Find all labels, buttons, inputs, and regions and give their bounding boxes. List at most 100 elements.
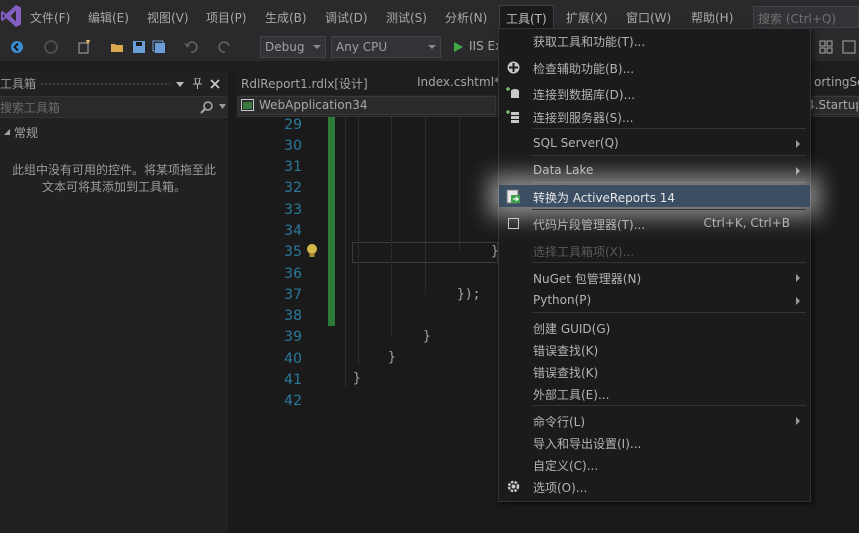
menu-item-connect-database[interactable]: 连接到数据库(D)... [499, 82, 810, 104]
line-number: 35 [284, 244, 302, 260]
quick-launch-search-input[interactable]: 搜索 (Ctrl+Q) [753, 6, 859, 28]
line-number: 40 [284, 351, 302, 367]
menu-item-error-lookup-2[interactable]: 错误查找(K) [499, 360, 810, 382]
web-project-icon [241, 99, 254, 111]
solution-explorer-icon[interactable] [819, 40, 833, 54]
menu-file[interactable]: 文件(F) [30, 9, 70, 26]
line-number: 30 [284, 138, 302, 154]
menu-separator [532, 312, 806, 313]
tab-rdlreport1-design[interactable]: RdlReport1.rdlx[设计] [241, 75, 368, 92]
menu-separator [532, 182, 806, 183]
empty-message-line-1: 此组中没有可用的控件。将某项拖至此 [11, 163, 216, 177]
menu-item-create-guid[interactable]: 创建 GUID(G) [499, 316, 810, 338]
toolbox-group-general[interactable]: 常规 [14, 124, 38, 141]
visual-studio-logo-icon[interactable] [0, 4, 22, 28]
menu-item-convert-activereports[interactable]: 转换为 ActiveReports 14 [499, 185, 810, 207]
window-position-chevron-icon[interactable] [176, 80, 184, 88]
menu-item-get-tools[interactable]: 获取工具和功能(T)... [499, 29, 810, 51]
menu-item-external-tools[interactable]: 外部工具(E)... [499, 382, 810, 404]
line-number: 29 [284, 117, 302, 133]
menu-edit[interactable]: 编辑(E) [88, 9, 129, 26]
back-icon[interactable] [10, 40, 24, 54]
code-brace: } [423, 329, 431, 344]
member-name: 4.Startup [807, 98, 859, 112]
redo-icon[interactable] [218, 40, 232, 54]
empty-message-line-2: 文本可将其添加到工具箱。 [41, 180, 186, 194]
project-dropdown[interactable]: WebApplication34 [238, 96, 496, 115]
menu-extensions[interactable]: 扩展(X) [566, 9, 608, 26]
menu-item-accessibility-check[interactable]: 检查辅助功能(B)... [499, 56, 810, 78]
menu-item-error-lookup[interactable]: 错误查找(K) [499, 338, 810, 360]
chevron-down-icon [313, 45, 321, 49]
collapse-triangle-icon[interactable] [3, 128, 11, 136]
chevron-down-icon [428, 45, 436, 49]
line-number: 34 [284, 223, 302, 239]
forward-icon[interactable] [44, 40, 58, 54]
menu-shortcut: Ctrl+K, Ctrl+B [703, 216, 790, 230]
checkbox-icon [508, 218, 519, 229]
menu-separator [532, 155, 806, 156]
menu-help[interactable]: 帮助(H) [691, 9, 733, 26]
menu-analyze[interactable]: 分析(N) [445, 9, 487, 26]
undo-icon[interactable] [184, 40, 198, 54]
toolbox-empty-message: 此组中没有可用的控件。将某项拖至此 文本可将其添加到工具箱。 [0, 162, 228, 196]
menu-window[interactable]: 窗口(W) [626, 9, 671, 26]
menu-view[interactable]: 视图(V) [147, 9, 189, 26]
menu-separator [532, 209, 806, 210]
menu-project[interactable]: 项目(P) [206, 9, 247, 26]
indent-guide [391, 117, 392, 335]
new-project-icon[interactable] [77, 40, 91, 54]
menu-debug[interactable]: 调试(D) [325, 9, 368, 26]
menu-item-nuget[interactable]: NuGet 包管理器(N) [499, 266, 810, 288]
toolbox-search-input[interactable]: 搜索工具箱 [0, 96, 228, 118]
chevron-right-icon [796, 297, 800, 305]
change-tracking-bar [328, 117, 335, 326]
properties-icon[interactable] [842, 40, 856, 54]
accessibility-icon [507, 61, 520, 74]
line-number: 31 [284, 159, 302, 175]
menu-test[interactable]: 测试(S) [386, 9, 427, 26]
project-name: WebApplication34 [259, 98, 368, 112]
indent-guide [358, 117, 359, 365]
line-number: 41 [284, 372, 302, 388]
menu-item-python[interactable]: Python(P) [499, 289, 810, 311]
indent-guide [345, 117, 346, 387]
menu-item-command-line[interactable]: 命令行(L) [499, 409, 810, 431]
menu-build[interactable]: 生成(B) [265, 9, 307, 26]
menu-item-snippets-manager[interactable]: 代码片段管理器(T)... Ctrl+K, Ctrl+B [499, 212, 810, 234]
menu-item-options[interactable]: 选项(O)... [499, 475, 810, 497]
lightbulb-icon[interactable] [305, 243, 319, 259]
menu-item-sql-server[interactable]: SQL Server(Q) [499, 132, 810, 154]
database-connect-icon [506, 87, 519, 98]
menu-item-customize[interactable]: 自定义(C)... [499, 453, 810, 475]
close-icon[interactable] [210, 79, 220, 89]
chevron-down-icon[interactable] [219, 104, 226, 109]
platform-dropdown[interactable]: Any CPU [331, 36, 441, 58]
line-number: 32 [284, 180, 302, 196]
save-icon[interactable] [132, 40, 146, 54]
line-number: 42 [284, 393, 302, 409]
current-line-highlight [352, 242, 498, 263]
menu-item-import-export-settings[interactable]: 导入和导出设置(I)... [499, 431, 810, 453]
menu-tools[interactable]: 工具(T) [499, 5, 554, 29]
chevron-right-icon [796, 167, 800, 175]
search-icon[interactable] [200, 100, 214, 114]
activereports-convert-icon [506, 189, 520, 204]
code-close-call: }); [457, 287, 481, 302]
panel-grip[interactable] [40, 82, 170, 86]
play-icon[interactable] [451, 40, 465, 54]
tab-index-cshtml[interactable]: Index.cshtml* [417, 75, 500, 89]
configuration-dropdown[interactable]: Debug [260, 36, 326, 58]
pin-icon[interactable] [193, 78, 202, 89]
chevron-right-icon [796, 274, 800, 282]
menu-item-connect-server[interactable]: 连接到服务器(S)... [499, 105, 810, 127]
code-brace: } [353, 371, 361, 386]
toolbox-panel [0, 72, 228, 533]
line-number: 33 [284, 202, 302, 218]
save-all-icon[interactable] [152, 40, 166, 54]
toolbox-search-placeholder: 搜索工具箱 [0, 101, 61, 115]
panel-splitter[interactable] [228, 72, 236, 533]
tab-reporting-settings[interactable]: ortingSet [814, 75, 859, 89]
menu-item-data-lake[interactable]: Data Lake [499, 159, 810, 181]
open-file-icon[interactable] [110, 40, 124, 54]
